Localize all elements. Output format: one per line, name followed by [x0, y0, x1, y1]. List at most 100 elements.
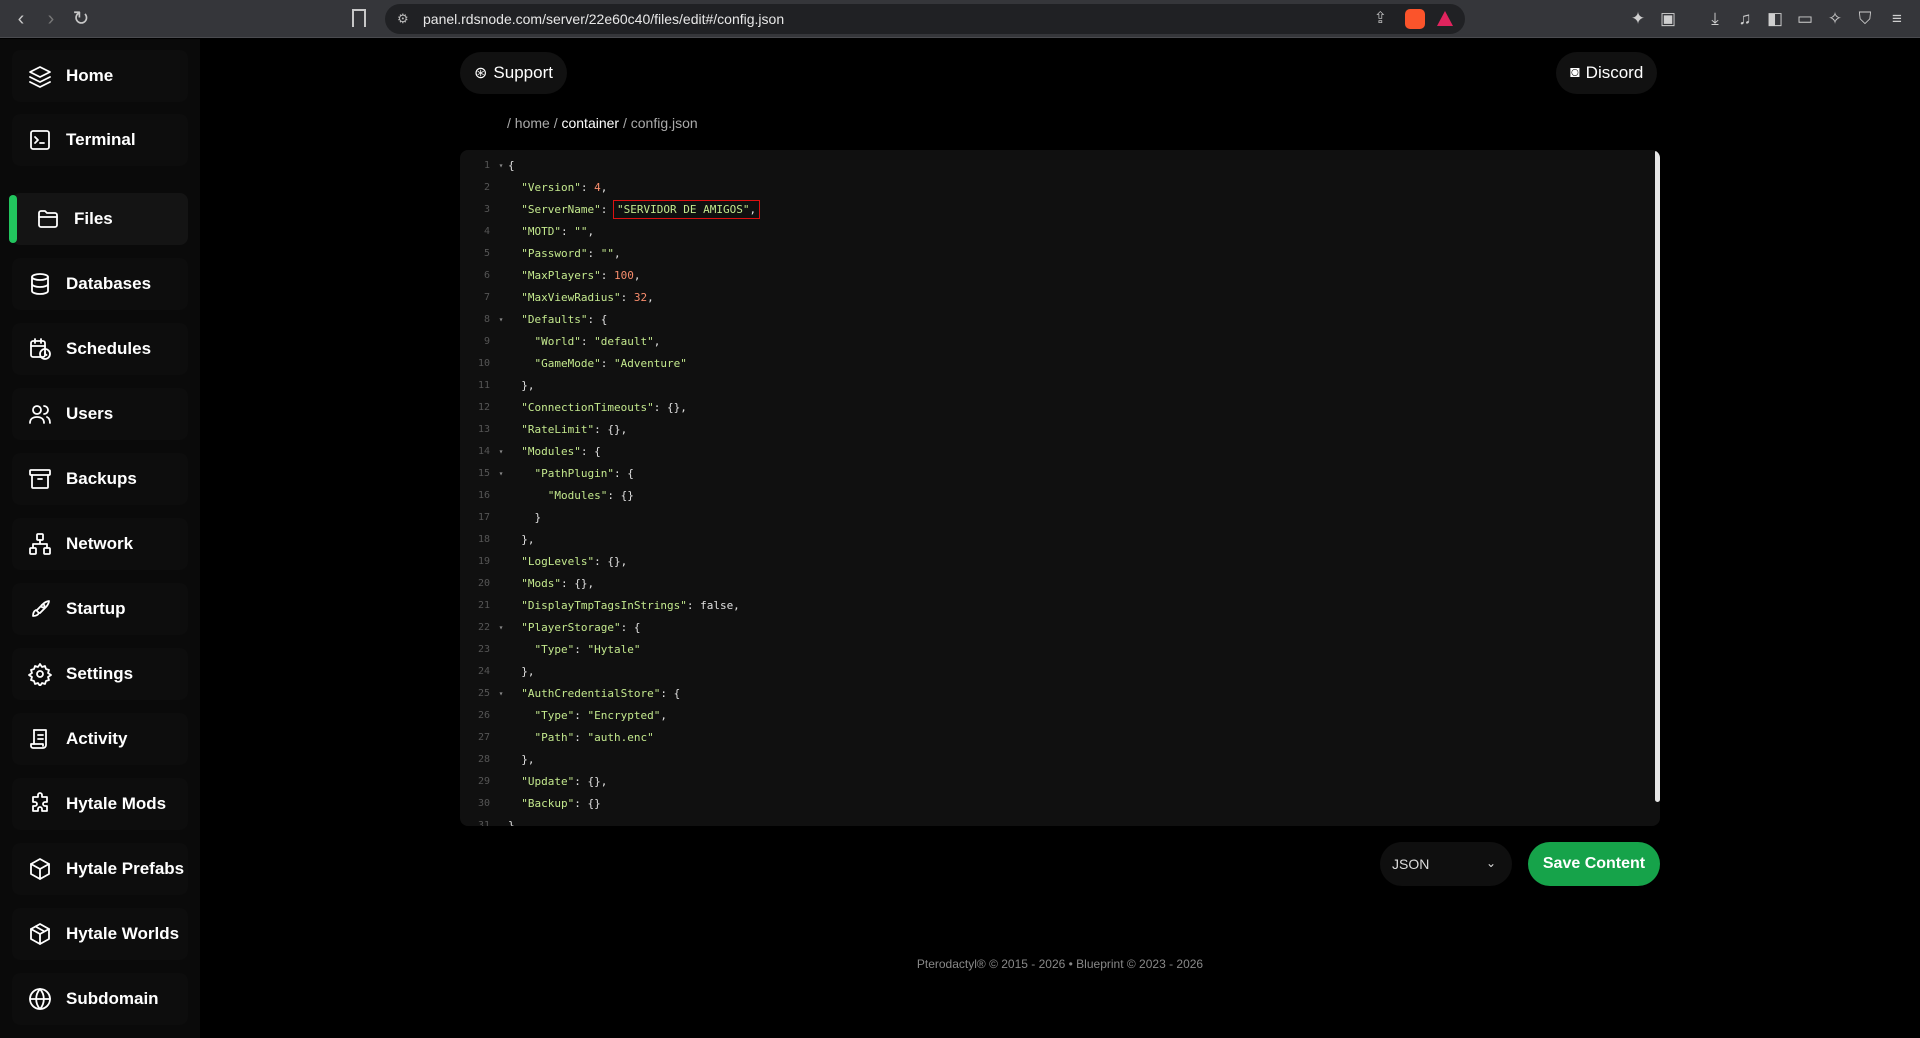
breadcrumb-container[interactable]: container	[561, 115, 619, 131]
code-line[interactable]: 3 "ServerName": "SERVIDOR DE AMIGOS",	[460, 198, 1650, 220]
code-line[interactable]: 5 "Password": "",	[460, 242, 1650, 264]
code-text[interactable]: "LogLevels": {},	[508, 555, 627, 568]
sidebar-item-databases[interactable]: Databases	[12, 258, 188, 310]
sidebar-item-files[interactable]: Files	[9, 193, 188, 245]
code-text[interactable]: "Modules": {	[508, 445, 600, 458]
code-text[interactable]: "GameMode": "Adventure"	[508, 357, 687, 370]
code-text[interactable]: "PlayerStorage": {	[508, 621, 640, 634]
url-text[interactable]: panel.rdsnode.com/server/22e60c40/files/…	[423, 11, 784, 27]
code-text[interactable]: "Type": "Encrypted",	[508, 709, 667, 722]
share-icon[interactable]: ⇪	[1374, 8, 1387, 28]
code-text[interactable]: },	[508, 665, 534, 678]
code-text[interactable]: }	[508, 819, 515, 827]
code-line[interactable]: 16 "Modules": {}	[460, 484, 1650, 506]
sidebar-item-subdomain[interactable]: Subdomain	[12, 973, 188, 1025]
code-line[interactable]: 18 },	[460, 528, 1650, 550]
code-line[interactable]: 27 "Path": "auth.enc"	[460, 726, 1650, 748]
code-text[interactable]: "Type": "Hytale"	[508, 643, 641, 656]
code-line[interactable]: 11 },	[460, 374, 1650, 396]
code-line[interactable]: 30 "Backup": {}	[460, 792, 1650, 814]
code-text[interactable]: "Version": 4,	[508, 181, 607, 194]
site-settings-icon[interactable]: ⚙	[397, 11, 409, 27]
wallet-icon[interactable]: ▭	[1795, 8, 1815, 30]
code-text[interactable]: "Path": "auth.enc"	[508, 731, 654, 744]
sidebar-item-users[interactable]: Users	[12, 388, 188, 440]
code-line[interactable]: 23 "Type": "Hytale"	[460, 638, 1650, 660]
sidebar-item-settings[interactable]: Settings	[12, 648, 188, 700]
code-line[interactable]: 25 ▾ "AuthCredentialStore": {	[460, 682, 1650, 704]
discord-button[interactable]: ◙ Discord	[1556, 52, 1658, 94]
code-line[interactable]: 20 "Mods": {},	[460, 572, 1650, 594]
code-line[interactable]: 8 ▾ "Defaults": {	[460, 308, 1650, 330]
code-line[interactable]: 26 "Type": "Encrypted",	[460, 704, 1650, 726]
code-line[interactable]: 13 "RateLimit": {},	[460, 418, 1650, 440]
code-text[interactable]: "Defaults": {	[508, 313, 607, 326]
leo-ai-icon[interactable]: ✧	[1825, 8, 1845, 30]
code-text[interactable]: "Update": {},	[508, 775, 607, 788]
code-line[interactable]: 22 ▾ "PlayerStorage": {	[460, 616, 1650, 638]
editor-scrollbar[interactable]	[1655, 150, 1660, 802]
code-text[interactable]: },	[508, 533, 534, 546]
sidebar-item-startup[interactable]: Startup	[12, 583, 188, 635]
code-line[interactable]: 7 "MaxViewRadius": 32,	[460, 286, 1650, 308]
code-editor[interactable]: 1 ▾{2 "Version": 4, 3 "ServerName": "SERVI…	[460, 150, 1660, 826]
code-text[interactable]: "AuthCredentialStore": {	[508, 687, 680, 700]
code-text[interactable]: "Backup": {}	[508, 797, 600, 810]
fold-toggle-icon[interactable]: ▾	[494, 161, 508, 170]
address-bar[interactable]: ⚙ panel.rdsnode.com/server/22e60c40/file…	[385, 4, 1465, 34]
vpn-icon[interactable]: ⛉	[1855, 8, 1875, 30]
extensions-icon[interactable]: ✦	[1628, 8, 1648, 30]
breadcrumb-home[interactable]: home	[515, 115, 550, 131]
reload-icon[interactable]: ↻	[68, 6, 94, 32]
code-text[interactable]: "Mods": {},	[508, 577, 594, 590]
code-line[interactable]: 24 },	[460, 660, 1650, 682]
sidebar-toggle-icon[interactable]: ◧	[1765, 8, 1785, 30]
fold-toggle-icon[interactable]: ▾	[494, 689, 508, 698]
code-line[interactable]: 1 ▾{	[460, 154, 1650, 176]
code-line[interactable]: 12 "ConnectionTimeouts": {},	[460, 396, 1650, 418]
code-text[interactable]: "Modules": {}	[508, 489, 634, 502]
forward-icon[interactable]: ›	[38, 6, 64, 32]
back-icon[interactable]: ‹	[8, 6, 34, 32]
sidebar-item-activity[interactable]: Activity	[12, 713, 188, 765]
sidebar-item-hytale-mods[interactable]: Hytale Mods	[12, 778, 188, 830]
code-line[interactable]: 31}	[460, 814, 1650, 827]
bookmark-icon[interactable]	[352, 9, 366, 27]
fold-toggle-icon[interactable]: ▾	[494, 623, 508, 632]
code-text[interactable]: {	[508, 159, 515, 172]
screenshot-icon[interactable]: ▣	[1658, 8, 1678, 30]
code-text[interactable]: "RateLimit": {},	[508, 423, 627, 436]
code-text[interactable]: "ConnectionTimeouts": {},	[508, 401, 687, 414]
fold-toggle-icon[interactable]: ▾	[494, 315, 508, 324]
code-text[interactable]: "MaxPlayers": 100,	[508, 269, 640, 282]
code-text[interactable]: }	[508, 511, 541, 524]
sidebar-item-schedules[interactable]: Schedules	[12, 323, 188, 375]
code-line[interactable]: 29 "Update": {},	[460, 770, 1650, 792]
code-text[interactable]: "World": "default",	[508, 335, 661, 348]
code-text[interactable]: "Password": "",	[508, 247, 620, 260]
fold-toggle-icon[interactable]: ▾	[494, 447, 508, 456]
download-icon[interactable]: ⤓	[1705, 8, 1725, 30]
code-line[interactable]: 17 }	[460, 506, 1650, 528]
code-line[interactable]: 2 "Version": 4,	[460, 176, 1650, 198]
sidebar-item-hytale-worlds[interactable]: Hytale Worlds	[12, 908, 188, 960]
code-text[interactable]: "MOTD": "",	[508, 225, 594, 238]
code-text[interactable]: },	[508, 379, 534, 392]
language-select[interactable]: JSON ⌄	[1380, 842, 1512, 886]
fold-toggle-icon[interactable]: ▾	[494, 469, 508, 478]
code-text[interactable]: "ServerName": "SERVIDOR DE AMIGOS",	[508, 199, 761, 219]
code-line[interactable]: 6 "MaxPlayers": 100,	[460, 264, 1650, 286]
code-line[interactable]: 10 "GameMode": "Adventure"	[460, 352, 1650, 374]
sidebar-item-terminal[interactable]: Terminal	[12, 114, 188, 166]
code-text[interactable]: "DisplayTmpTagsInStrings": false,	[508, 599, 740, 612]
sidebar-item-hytale-prefabs[interactable]: Hytale Prefabs	[12, 843, 188, 895]
sidebar-item-home[interactable]: Home	[12, 50, 188, 102]
code-text[interactable]: "PathPlugin": {	[508, 467, 634, 480]
code-text[interactable]: "MaxViewRadius": 32,	[508, 291, 653, 304]
code-line[interactable]: 4 "MOTD": "",	[460, 220, 1650, 242]
sidebar-item-network[interactable]: Network	[12, 518, 188, 570]
brave-shields-icon[interactable]	[1405, 9, 1425, 29]
code-line[interactable]: 9 "World": "default",	[460, 330, 1650, 352]
code-line[interactable]: 15 ▾ "PathPlugin": {	[460, 462, 1650, 484]
menu-icon[interactable]: ≡	[1887, 8, 1907, 30]
